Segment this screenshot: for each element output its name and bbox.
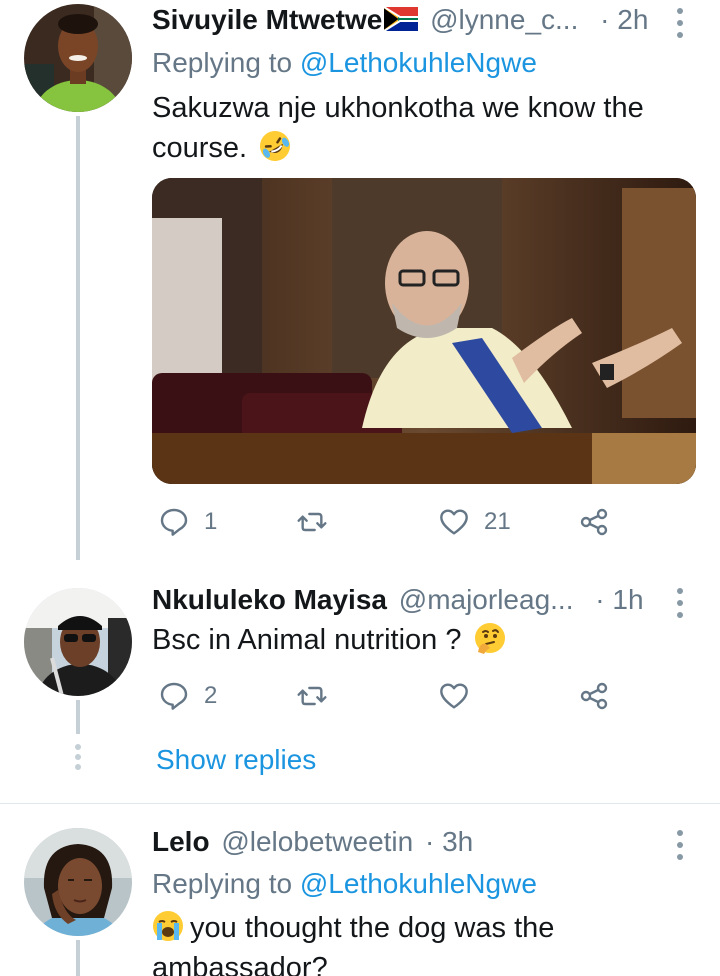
more-options-icon[interactable] <box>670 586 690 622</box>
separator-dot: · <box>595 584 605 615</box>
heart-icon <box>440 683 468 709</box>
reply-button[interactable]: 2 <box>158 676 217 716</box>
tweet-text: Bsc in Animal nutrition ? <box>152 624 462 656</box>
display-name[interactable]: Lelo <box>152 826 210 857</box>
tweet-3[interactable]: Lelo @lelobetweetin · 3h Replying to @Le… <box>0 804 720 976</box>
thread-line <box>76 700 80 734</box>
tweet-text: you thought the dog was the ambassador? <box>152 912 555 976</box>
timestamp[interactable]: 3h <box>442 826 473 857</box>
thinking-face-icon <box>474 622 506 654</box>
share-icon <box>580 508 608 536</box>
separator-dot: · <box>425 826 435 857</box>
handle[interactable]: @lelobetweetin <box>221 826 413 857</box>
handle[interactable]: @lynne_c... <box>430 4 578 35</box>
heart-icon <box>440 509 468 535</box>
tweet-2[interactable]: Nkululeko Mayisa @majorleag... · 1h Bsc … <box>0 560 720 803</box>
tweet-actions: 2 <box>152 676 632 716</box>
more-options-icon[interactable] <box>670 828 690 864</box>
reply-icon <box>160 508 188 536</box>
reply-count: 2 <box>204 682 218 709</box>
like-count: 21 <box>484 508 511 535</box>
thread-line <box>76 940 80 976</box>
tweet-text-block: Bsc in Animal nutrition ? <box>152 620 680 660</box>
share-button[interactable] <box>578 502 610 542</box>
tweet-header: Sivuyile Mtwetwe @lynne_c... · 2h <box>152 0 720 40</box>
like-button[interactable] <box>438 676 484 716</box>
show-replies-link[interactable]: Show replies <box>156 740 316 780</box>
retweet-button[interactable] <box>296 502 342 542</box>
tweet-text: Sakuzwa nje ukhonkotha we know the cours… <box>152 92 644 164</box>
replying-to-mention[interactable]: @LethokuhleNgwe <box>300 868 537 899</box>
replying-to-label: Replying to <box>152 47 293 78</box>
timestamp[interactable]: 1h <box>612 584 643 615</box>
separator-dot: · <box>600 4 610 35</box>
avatar-sivuyile[interactable] <box>24 4 132 112</box>
more-options-icon[interactable] <box>670 6 690 42</box>
south-africa-flag-icon <box>383 2 419 42</box>
timestamp[interactable]: 2h <box>617 4 648 35</box>
reply-button[interactable]: 1 <box>158 502 217 542</box>
like-button[interactable]: 21 <box>438 502 511 542</box>
avatar-lelo[interactable] <box>24 828 132 936</box>
handle[interactable]: @majorleag... <box>399 584 574 615</box>
tweet-image[interactable] <box>152 178 696 484</box>
retweet-icon <box>297 512 327 532</box>
replying-to-label: Replying to <box>152 868 293 899</box>
thread-dots <box>74 744 82 772</box>
tweet-header: Lelo @lelobetweetin · 3h <box>152 822 720 862</box>
tweet-1[interactable]: Sivuyile Mtwetwe @lynne_c... · 2h Replyi… <box>0 0 720 560</box>
tweet-actions: 1 21 <box>152 502 632 542</box>
display-name[interactable]: Sivuyile Mtwetwe <box>152 4 382 35</box>
avatar-nkululeko[interactable] <box>24 588 132 696</box>
retweet-button[interactable] <box>296 676 342 716</box>
tweet-header: Nkululeko Mayisa @majorleag... · 1h <box>152 580 720 620</box>
tweet-text-block: you thought the dog was the ambassador? <box>152 908 680 976</box>
replying-to-mention[interactable]: @LethokuhleNgwe <box>300 47 537 78</box>
tweet-text-block: Sakuzwa nje ukhonkotha we know the cours… <box>152 88 680 168</box>
rolling-on-floor-laughing-icon <box>259 130 291 162</box>
reply-icon <box>160 682 188 710</box>
replying-to: Replying to @LethokuhleNgwe <box>152 864 537 904</box>
share-icon <box>580 682 608 710</box>
share-button[interactable] <box>578 676 610 716</box>
reply-count: 1 <box>204 508 218 535</box>
display-name[interactable]: Nkululeko Mayisa <box>152 584 387 615</box>
loudly-crying-face-icon <box>152 910 184 942</box>
retweet-icon <box>297 686 327 706</box>
thread-line <box>76 116 80 560</box>
replying-to: Replying to @LethokuhleNgwe <box>152 43 537 83</box>
